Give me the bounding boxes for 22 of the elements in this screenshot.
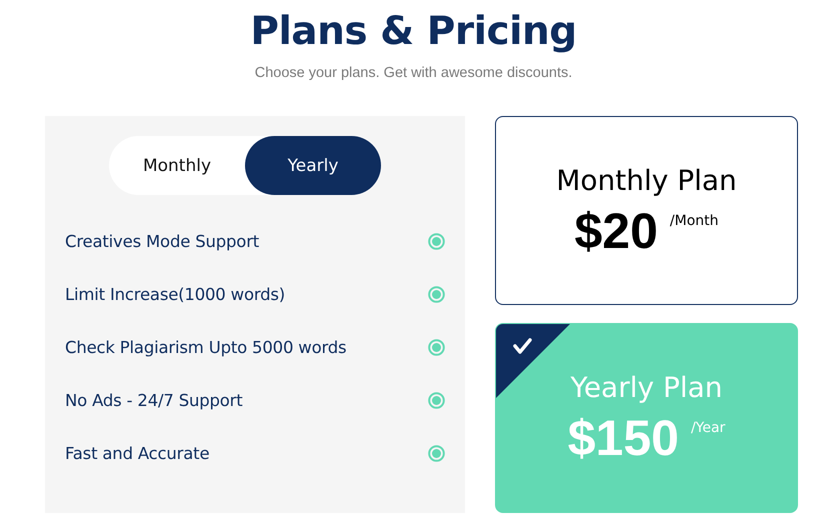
radio-dot-icon	[428, 445, 445, 462]
page-subtitle: Choose your plans. Get with awesome discounts.	[254, 64, 572, 82]
feature-label: Check Plagiarism Upto 5000 words	[65, 338, 346, 357]
billing-option[interactable]: Yearly	[245, 136, 381, 195]
radio-dot-icon	[428, 233, 445, 250]
radio-dot-icon	[428, 392, 445, 409]
plan-price: $150	[568, 410, 679, 466]
plan-card[interactable]: Monthly Plan $20 /Month	[495, 116, 798, 305]
feature-label: Creatives Mode Support	[65, 232, 260, 251]
plan-price: $20	[574, 202, 658, 258]
plan-name: Monthly Plan	[556, 162, 737, 198]
page-title: Plans & Pricing	[250, 8, 577, 56]
plan-period: /Year	[690, 420, 726, 436]
plan-name: Yearly Plan	[570, 370, 723, 406]
radio-dot-icon	[428, 286, 445, 303]
feature-label: Limit Increase(1000 words)	[65, 285, 286, 304]
feature-label: Fast and Accurate	[65, 444, 210, 463]
check-corner-icon	[496, 324, 570, 398]
feature-label: No Ads - 24/7 Support	[65, 391, 243, 410]
radio-dot-icon	[428, 339, 445, 356]
billing-option[interactable]: Monthly	[109, 136, 245, 195]
plan-period: /Month	[670, 212, 719, 228]
